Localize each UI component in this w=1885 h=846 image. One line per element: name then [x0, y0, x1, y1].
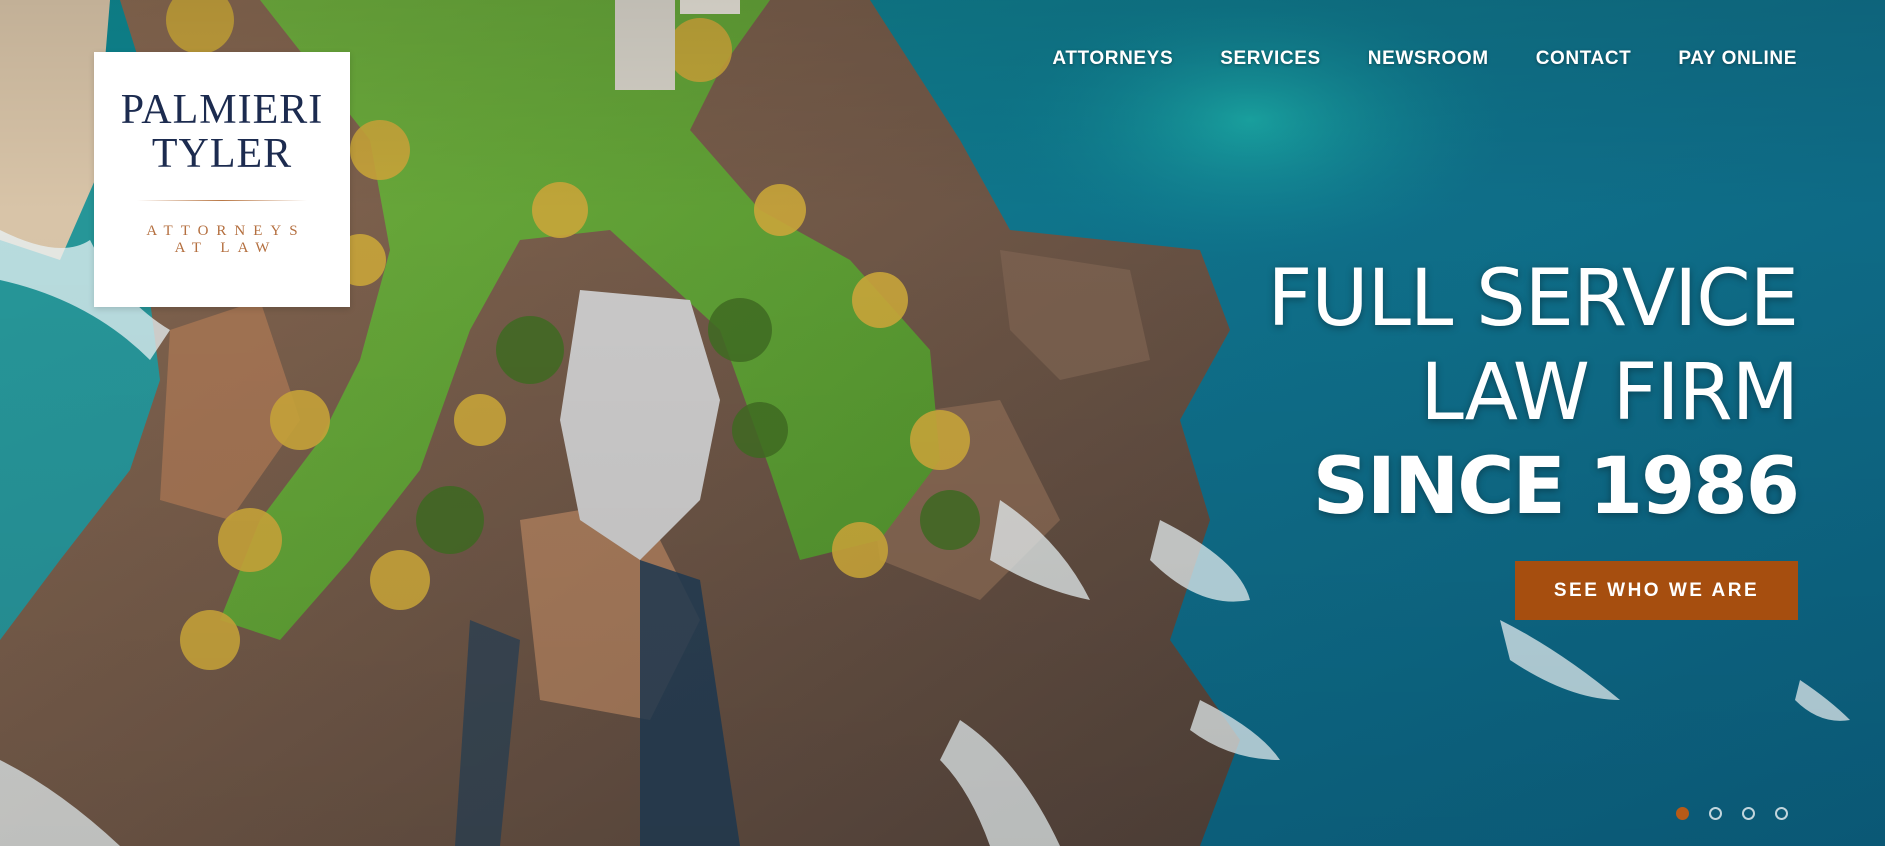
logo-tagline-line1: ATTORNEYS: [146, 223, 306, 239]
headline-line3: SINCE 1986: [1312, 442, 1800, 532]
hero-headline: FULL SERVICE LAW FIRM SINCE 1986: [1267, 252, 1800, 534]
headline-line1: FULL SERVICE: [1267, 254, 1799, 344]
slider-dot-2[interactable]: [1709, 807, 1722, 820]
see-who-we-are-button[interactable]: SEE WHO WE ARE: [1515, 561, 1798, 620]
logo-tagline-line2: AT LAW: [174, 240, 278, 256]
logo-name-line2: TYLER: [151, 131, 293, 177]
nav-item-contact[interactable]: CONTACT: [1536, 48, 1632, 70]
nav-item-attorneys[interactable]: ATTORNEYS: [1052, 48, 1173, 70]
nav-item-newsroom[interactable]: NEWSROOM: [1368, 48, 1489, 70]
hero-banner: PALMIERI TYLER ATTORNEYS AT LAW ATTORNEY…: [0, 0, 1885, 846]
main-nav: ATTORNEYS SERVICES NEWSROOM CONTACT PAY …: [1005, 48, 1797, 70]
logo-divider: [137, 200, 307, 201]
logo-name-line1: PALMIERI: [120, 87, 324, 133]
slider-dot-4[interactable]: [1775, 807, 1788, 820]
slider-dot-3[interactable]: [1742, 807, 1755, 820]
slider-dot-1[interactable]: [1676, 807, 1689, 820]
headline-line2: LAW FIRM: [1420, 348, 1799, 438]
site-logo[interactable]: PALMIERI TYLER ATTORNEYS AT LAW: [94, 52, 350, 307]
nav-item-pay-online[interactable]: PAY ONLINE: [1678, 48, 1797, 70]
slider-pagination: [1656, 807, 1788, 820]
nav-item-services[interactable]: SERVICES: [1220, 48, 1321, 70]
